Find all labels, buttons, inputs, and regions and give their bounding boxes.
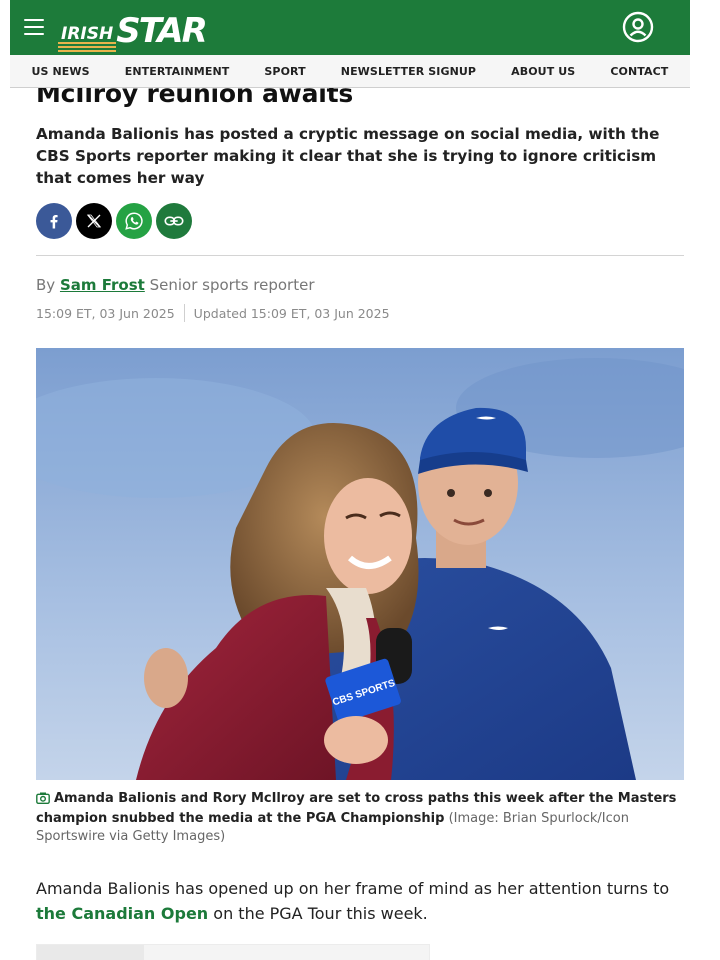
ad-placeholder (36, 944, 430, 960)
site-logo[interactable]: IRISH STAR (58, 6, 208, 52)
logo-irish-text: IRISH (61, 24, 114, 44)
nav-entertainment[interactable]: ENTERTAINMENT (125, 65, 230, 78)
logo-star: STAR (116, 11, 208, 51)
byline-prefix: By (36, 276, 56, 294)
nav-us-news[interactable]: US NEWS (32, 65, 90, 78)
nav-sport[interactable]: SPORT (264, 65, 305, 78)
nav-contact[interactable]: CONTACT (610, 65, 668, 78)
site-header: IRISH STAR (10, 0, 690, 55)
main-nav: US NEWS ENTERTAINMENT SPORT NEWSLETTER S… (10, 55, 690, 88)
article-dates: 15:09 ET, 03 Jun 2025 Updated 15:09 ET, … (36, 304, 684, 322)
date-separator (183, 304, 185, 322)
canadian-open-link[interactable]: the Canadian Open (36, 904, 208, 923)
author-link[interactable]: Sam Frost (60, 276, 145, 294)
logo-irish: IRISH (58, 24, 117, 52)
facebook-icon (50, 215, 58, 229)
share-x-button[interactable] (76, 203, 112, 239)
share-facebook-button[interactable] (36, 203, 72, 239)
updated-date: Updated 15:09 ET, 03 Jun 2025 (193, 305, 390, 321)
article-hero-image: CBS SPORTS (36, 348, 684, 780)
link-icon (164, 216, 184, 226)
share-bar (36, 203, 684, 239)
ad-placeholder-inner (37, 945, 144, 960)
image-caption: Amanda Balionis and Rory McIlroy are set… (36, 790, 686, 846)
share-whatsapp-button[interactable] (116, 203, 152, 239)
camera-icon (36, 792, 50, 810)
x-icon (86, 214, 102, 228)
whatsapp-icon (125, 212, 143, 230)
published-date: 15:09 ET, 03 Jun 2025 (36, 305, 175, 321)
copy-link-button[interactable] (156, 203, 192, 239)
byline: By Sam Frost Senior sports reporter (36, 275, 684, 295)
nav-about-us[interactable]: ABOUT US (511, 65, 575, 78)
article-paragraph: Amanda Balionis has opened up on her fra… (36, 876, 686, 926)
nav-newsletter-signup[interactable]: NEWSLETTER SIGNUP (341, 65, 476, 78)
photo-illustration: CBS SPORTS (36, 348, 684, 780)
article: McIlroy reunion awaits Amanda Balionis h… (36, 60, 684, 322)
paragraph-text-end: on the PGA Tour this week. (208, 904, 428, 923)
menu-icon[interactable] (24, 19, 44, 35)
article-standfirst: Amanda Balionis has posted a cryptic mes… (36, 125, 660, 187)
author-role: Senior sports reporter (149, 276, 315, 294)
account-icon[interactable] (622, 11, 654, 43)
divider (36, 255, 684, 256)
paragraph-text: Amanda Balionis has opened up on her fra… (36, 879, 670, 898)
logo-stripes (58, 42, 117, 52)
